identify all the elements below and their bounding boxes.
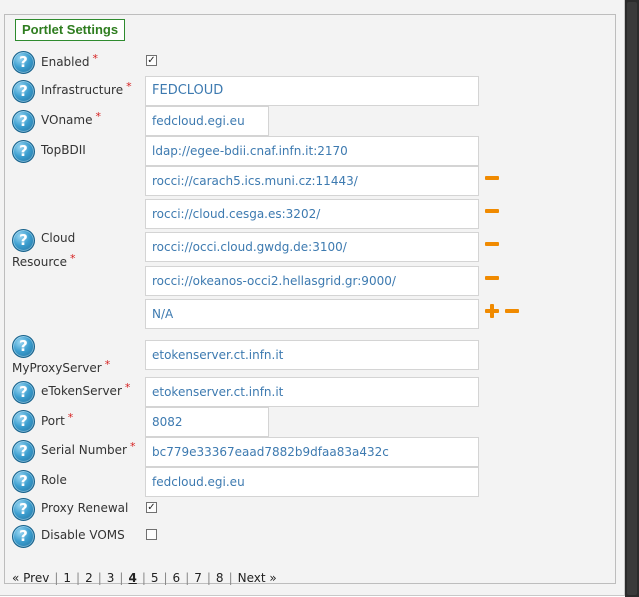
port-label: Port * — [41, 411, 74, 428]
help-icon[interactable]: ? — [12, 410, 35, 433]
minus-icon[interactable] — [485, 176, 499, 180]
etokenserver-input[interactable]: etokenserver.ct.infn.it — [145, 377, 479, 407]
cloud-resource-input-4[interactable]: rocci://okeanos-occi2.hellasgrid.gr:9000… — [145, 266, 479, 296]
serial-number-label: Serial Number * — [41, 440, 136, 457]
minus-icon[interactable] — [485, 276, 499, 280]
port-input[interactable]: 8082 — [145, 407, 269, 437]
help-icon[interactable]: ? — [12, 498, 35, 521]
cloud-resource-input-5[interactable]: N/A — [145, 299, 479, 329]
cloud-resource-label-line2: Resource * — [12, 252, 76, 269]
pagination-page-8[interactable]: 8 — [216, 571, 224, 585]
settings-legend: Portlet Settings — [15, 19, 126, 41]
help-icon[interactable]: ? — [12, 51, 35, 74]
myproxyserver-label: MyProxyServer * — [12, 358, 111, 375]
vertical-scrollbar[interactable] — [625, 0, 639, 597]
pagination-next[interactable]: Next » — [238, 571, 277, 585]
proxy-renewal-label: Proxy Renewal — [41, 501, 129, 515]
disable-voms-label: Disable VOMS — [41, 528, 125, 542]
minus-icon[interactable] — [485, 242, 499, 246]
help-icon[interactable]: ? — [12, 80, 35, 103]
serial-number-input[interactable]: bc779e33367eaad7882b9dfaa83a432c — [145, 437, 479, 467]
help-icon[interactable]: ? — [12, 470, 35, 493]
pagination-page-6[interactable]: 6 — [173, 571, 181, 585]
role-input[interactable]: fedcloud.egi.eu — [145, 467, 479, 497]
topbdii-input[interactable]: ldap://egee-bdii.cnaf.infn.it:2170 — [145, 136, 479, 166]
help-icon[interactable]: ? — [12, 381, 35, 404]
role-label: Role — [41, 473, 67, 487]
voname-input[interactable]: fedcloud.egi.eu — [145, 106, 269, 136]
disable-voms-checkbox[interactable] — [146, 529, 157, 540]
portlet-frame: Portlet Settings ? Enabled * ✓ ? Infrastr… — [0, 0, 625, 596]
topbdii-label: TopBDII — [41, 143, 86, 157]
cloud-resource-input-1[interactable]: rocci://carach5.ics.muni.cz:11443/ — [145, 166, 479, 196]
pagination-prev[interactable]: « Prev — [12, 571, 49, 585]
enabled-label: Enabled * — [41, 52, 98, 69]
pagination-page-2[interactable]: 2 — [85, 571, 93, 585]
pagination-page-1[interactable]: 1 — [63, 571, 71, 585]
help-icon[interactable]: ? — [12, 140, 35, 163]
pagination-page-5[interactable]: 5 — [151, 571, 159, 585]
infrastructure-input[interactable]: FEDCLOUD — [145, 76, 479, 106]
pagination-page-7[interactable]: 7 — [194, 571, 202, 585]
cloud-resource-label: Cloud — [41, 231, 76, 245]
etokenserver-label: eTokenServer * — [41, 381, 131, 398]
enabled-checkbox[interactable]: ✓ — [146, 55, 157, 66]
help-icon[interactable]: ? — [12, 440, 35, 463]
help-icon[interactable]: ? — [12, 110, 35, 133]
pagination-page-current: 4 — [128, 571, 137, 585]
pagination-page-3[interactable]: 3 — [107, 571, 115, 585]
help-icon[interactable]: ? — [12, 335, 35, 358]
minus-icon[interactable] — [485, 209, 499, 213]
myproxyserver-input[interactable]: etokenserver.ct.infn.it — [145, 340, 479, 370]
infrastructure-label: Infrastructure * — [41, 80, 132, 97]
proxy-renewal-checkbox[interactable]: ✓ — [146, 502, 157, 513]
cloud-resource-input-2[interactable]: rocci://cloud.cesga.es:3202/ — [145, 199, 479, 229]
voname-label: VOname * — [41, 110, 101, 127]
pagination: « Prev | 1 | 2 | 3 | 4 | 5 | 6 | 7 | 8 | Next » — [12, 571, 277, 585]
plus-icon[interactable] — [485, 304, 499, 318]
help-icon[interactable]: ? — [12, 229, 35, 252]
help-icon[interactable]: ? — [12, 525, 35, 548]
cloud-resource-input-3[interactable]: rocci://occi.cloud.gwdg.de:3100/ — [145, 232, 479, 262]
minus-icon[interactable] — [505, 309, 519, 313]
scrollbar-thumb[interactable] — [627, 2, 637, 595]
